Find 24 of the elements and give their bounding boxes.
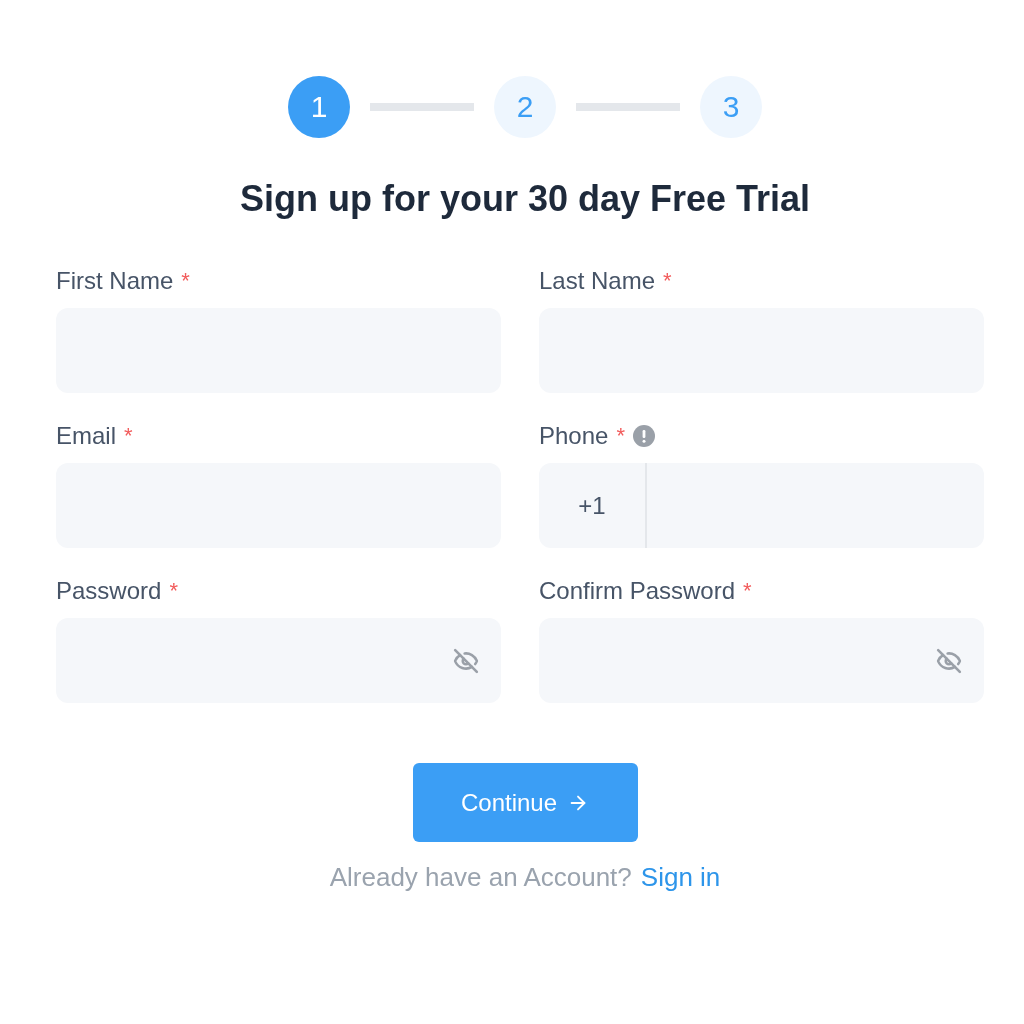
field-label: Email <box>56 422 116 450</box>
password-field[interactable] <box>56 618 501 703</box>
required-mark: * <box>616 423 625 449</box>
step-indicator: 1 <box>288 76 350 138</box>
field-label: Phone <box>539 422 609 450</box>
field-label: Password <box>56 577 162 605</box>
required-mark: * <box>663 268 672 294</box>
step-indicator: 2 <box>494 76 556 138</box>
phone-field[interactable]: +1 <box>539 463 984 548</box>
account-prompt: Already have an Account? <box>329 862 632 893</box>
required-mark: * <box>124 423 133 449</box>
eye-off-icon[interactable] <box>936 647 962 674</box>
field-label: First Name <box>56 267 174 295</box>
field-label: Last Name <box>539 267 656 295</box>
step-indicator: 3 <box>700 76 762 138</box>
field-label: Confirm Password <box>539 577 736 605</box>
country-code[interactable]: +1 <box>539 463 647 548</box>
required-mark: * <box>169 578 178 604</box>
required-mark: * <box>743 578 752 604</box>
required-mark: * <box>181 268 190 294</box>
page-title: Sign up for your 30 day Free Trial <box>239 178 811 220</box>
password-field[interactable] <box>539 618 984 703</box>
eye-off-icon[interactable] <box>453 647 479 674</box>
info-icon[interactable] <box>632 425 655 447</box>
